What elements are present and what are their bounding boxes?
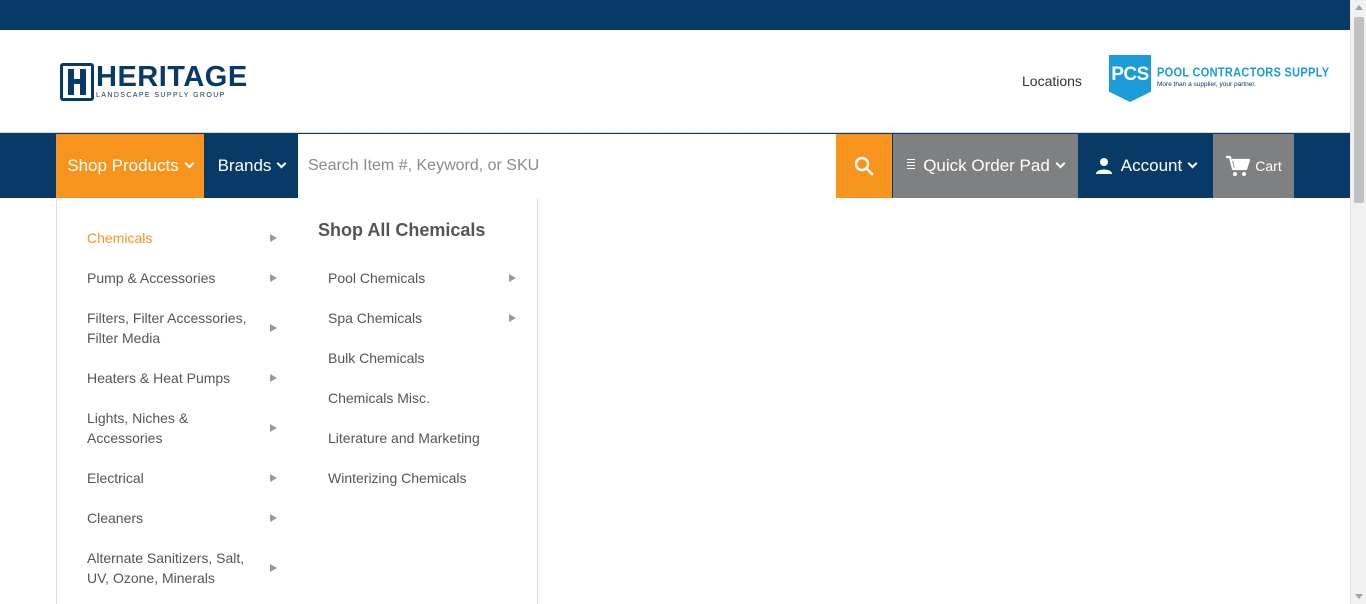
chevron-down-icon [184, 158, 195, 169]
category-menu: Chemicals Pump & Accessories Filters, Fi… [56, 198, 299, 604]
scroll-up-arrow-icon[interactable] [1355, 5, 1363, 10]
logo-subtitle: LANDSCAPE SUPPLY GROUP [96, 92, 226, 99]
chevron-right-icon [270, 274, 277, 282]
chevron-right-icon [270, 514, 277, 522]
logo-name: HERITAGE [96, 61, 248, 93]
top-utility-bar [0, 0, 1350, 30]
pcs-badge: PCS [1109, 55, 1151, 102]
search-icon [854, 156, 874, 176]
page-scrollbar[interactable] [1350, 0, 1366, 604]
category-item-electrical[interactable]: Electrical [87, 468, 287, 488]
chevron-right-icon [270, 564, 277, 572]
cart-icon [1226, 155, 1251, 176]
chevron-down-icon [276, 158, 287, 169]
category-item-alternate-sanitizers[interactable]: Alternate Sanitizers, Salt, UV, Ozone, M… [87, 548, 287, 588]
submenu-item-bulk-chemicals[interactable]: Bulk Chemicals [328, 348, 424, 368]
category-item-heaters[interactable]: Heaters & Heat Pumps [87, 368, 287, 388]
heritage-logo[interactable]: HERITAGE LANDSCAPE SUPPLY GROUP [60, 63, 248, 101]
chevron-right-icon [270, 474, 277, 482]
scrollbar-thumb[interactable] [1354, 17, 1364, 203]
chemicals-submenu: Shop All Chemicals Pool Chemicals Spa Ch… [298, 198, 538, 604]
account-button[interactable]: Account [1079, 134, 1212, 198]
chevron-down-icon [1055, 158, 1066, 169]
category-item-lights[interactable]: Lights, Niches & Accessories [87, 408, 287, 448]
submenu-item-winterizing-chemicals[interactable]: Winterizing Chemicals [328, 468, 466, 488]
cart-label: Cart [1255, 158, 1282, 174]
cart-button[interactable]: Cart [1213, 134, 1294, 198]
category-item-pump-accessories[interactable]: Pump & Accessories [87, 268, 287, 288]
search-input[interactable] [298, 134, 836, 198]
shop-products-label: Shop Products [67, 156, 179, 175]
user-icon [1095, 158, 1112, 174]
brands-label: Brands [217, 156, 272, 175]
site-header: HERITAGE LANDSCAPE SUPPLY GROUP Location… [0, 30, 1350, 132]
pcs-tagline: More than a supplier, your partner. [1157, 81, 1257, 88]
chevron-down-icon [1187, 158, 1198, 169]
chevron-right-icon [509, 314, 516, 322]
locations-link[interactable]: Locations [1022, 73, 1082, 89]
pcs-partner-logo[interactable]: PCS POOL CONTRACTORS SUPPLY More than a … [1109, 55, 1329, 102]
pcs-name: POOL CONTRACTORS SUPPLY [1157, 66, 1330, 80]
heritage-h-mark-icon [60, 63, 94, 101]
shop-products-button[interactable]: Shop Products [56, 134, 204, 198]
submenu-item-chemicals-misc[interactable]: Chemicals Misc. [328, 388, 430, 408]
search-box [298, 134, 836, 198]
submenu-item-pool-chemicals[interactable]: Pool Chemicals [328, 268, 516, 288]
chevron-right-icon [509, 274, 516, 282]
category-item-chemicals[interactable]: Chemicals [87, 228, 287, 248]
category-item-cleaners[interactable]: Cleaners [87, 508, 287, 528]
list-icon [907, 159, 916, 169]
submenu-item-spa-chemicals[interactable]: Spa Chemicals [328, 308, 516, 328]
search-button[interactable] [836, 134, 892, 198]
category-item-filters[interactable]: Filters, Filter Accessories, Filter Medi… [87, 308, 287, 348]
main-nav: Shop Products Brands Quick Order Pad Acc… [0, 132, 1350, 198]
submenu-title[interactable]: Shop All Chemicals [318, 220, 485, 241]
quick-order-pad-button[interactable]: Quick Order Pad [893, 134, 1078, 198]
quick-order-label: Quick Order Pad [923, 156, 1050, 175]
account-label: Account [1120, 156, 1183, 175]
brands-button[interactable]: Brands [205, 134, 298, 198]
submenu-item-literature-marketing[interactable]: Literature and Marketing [328, 428, 480, 448]
chevron-right-icon [270, 234, 277, 242]
scroll-down-arrow-icon[interactable] [1355, 594, 1363, 599]
chevron-right-icon [270, 324, 277, 332]
chevron-right-icon [270, 374, 277, 382]
chevron-right-icon [270, 424, 277, 432]
